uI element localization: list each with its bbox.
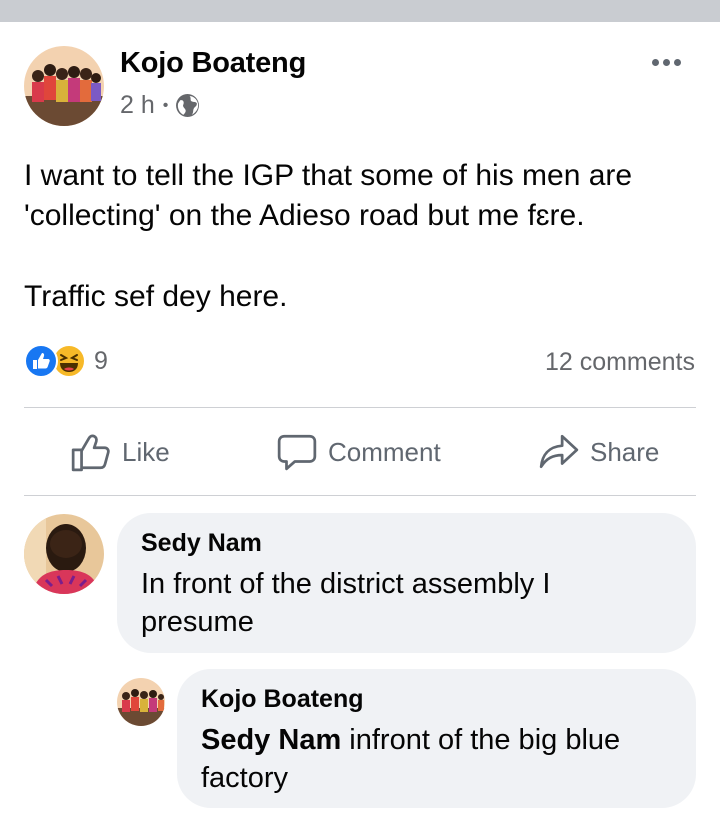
- mention-tag[interactable]: Sedy Nam: [201, 724, 341, 756]
- reaction-count: 9: [94, 346, 108, 375]
- comment-bubble-icon: [277, 434, 317, 471]
- comment-button[interactable]: Comment: [276, 428, 441, 476]
- globe-icon: [175, 93, 200, 118]
- post-text-paragraph-2: Traffic sef dey here.: [24, 280, 288, 313]
- post-author-name[interactable]: Kojo Boateng: [120, 47, 306, 80]
- post-time[interactable]: 2 h: [120, 91, 155, 120]
- share-button[interactable]: Share: [538, 428, 659, 476]
- reply-author-name[interactable]: Kojo Boateng: [201, 685, 364, 714]
- like-button[interactable]: Like: [70, 428, 170, 476]
- thumbs-up-icon: [71, 434, 110, 472]
- commenter-avatar[interactable]: [24, 514, 104, 594]
- comment-text: In front of the district assembly I pres…: [141, 568, 551, 638]
- share-label: Share: [590, 436, 660, 467]
- share-arrow-icon: [539, 434, 579, 469]
- comment-label: Comment: [328, 436, 441, 467]
- like-label: Like: [122, 436, 170, 467]
- comments-count-link[interactable]: 12 comments: [545, 348, 695, 377]
- reply-author-avatar[interactable]: [117, 678, 165, 726]
- comment-author-name[interactable]: Sedy Nam: [141, 529, 262, 558]
- divider: [24, 407, 696, 408]
- reply-bubble: Kojo Boateng Sedy Nam infront of the big…: [177, 669, 696, 808]
- top-status-strip: [0, 0, 720, 22]
- author-avatar[interactable]: [24, 46, 104, 126]
- comment-bubble: Sedy Nam In front of the district assemb…: [117, 513, 696, 653]
- meta-separator: •: [162, 96, 169, 114]
- reactions-summary[interactable]: 9: [24, 344, 108, 378]
- more-options-icon: [651, 58, 659, 66]
- post-meta: 2 h •: [120, 91, 200, 120]
- post-text: I want to tell the IGP that some of his …: [24, 156, 704, 317]
- reply-text: Sedy Nam infront of the big blue factory: [201, 721, 681, 797]
- like-reaction-icon: [24, 344, 58, 378]
- post-text-paragraph-1: I want to tell the IGP that some of his …: [24, 159, 633, 232]
- divider: [24, 495, 696, 496]
- more-options-button[interactable]: [646, 47, 686, 77]
